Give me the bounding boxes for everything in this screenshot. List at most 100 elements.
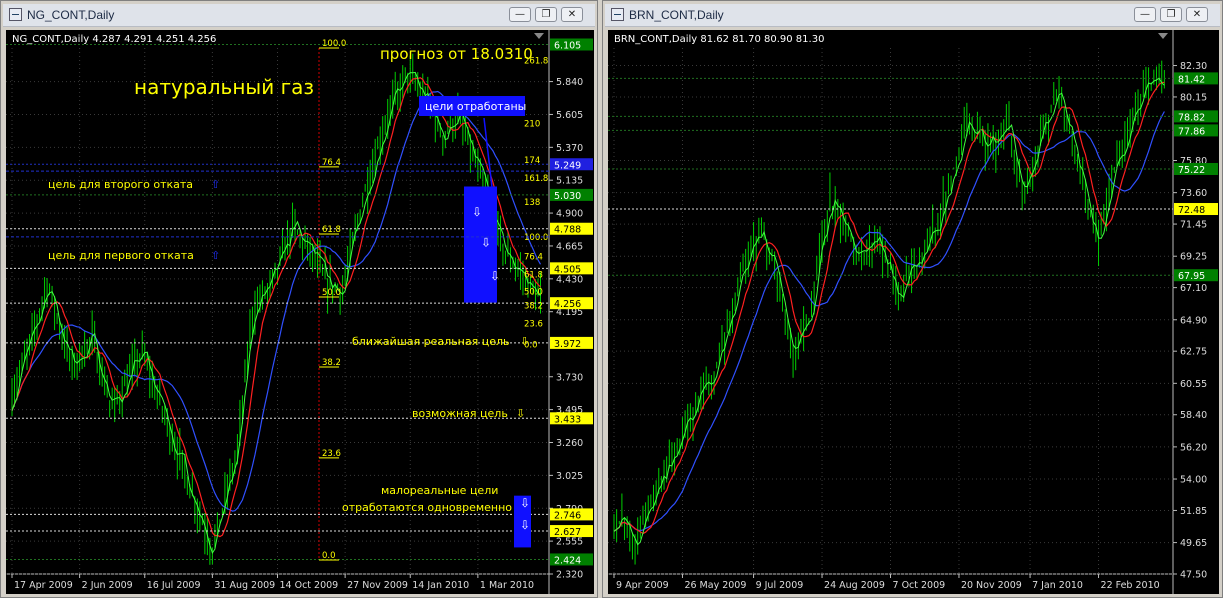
y-tick-label: 5.135 — [556, 176, 583, 187]
down-arrow-icon: ⇩ — [490, 269, 500, 283]
first-pullback-label: цель для первого отката — [48, 249, 194, 262]
price-label: 81.42 — [1178, 74, 1205, 85]
price-label: 4.788 — [554, 225, 581, 236]
down-arrow-icon: ⇩ — [516, 407, 525, 420]
ma-fast-line — [613, 81, 1165, 535]
x-tick-label: 7 Oct 2009 — [893, 580, 946, 591]
minimize-button[interactable]: — — [1134, 7, 1156, 22]
price-label: 67.95 — [1178, 271, 1205, 282]
brn-chart-window[interactable]: BRN_CONT,Daily — ❐ ✕ BRN_CONT,Daily 81.6… — [602, 0, 1223, 598]
second-pullback-label: цель для второго отката — [48, 178, 193, 191]
fib-ext-label: 210 — [524, 120, 540, 130]
chart-annotation-title: натуральный газ — [134, 75, 314, 99]
price-label: 3.972 — [554, 339, 581, 350]
fib-ext-label: 23.6 — [524, 320, 543, 330]
x-tick-label: 7 Jan 2010 — [1032, 580, 1083, 591]
price-label: 72.48 — [1178, 205, 1205, 216]
restore-icon: ❐ — [1166, 9, 1176, 20]
x-tick-label: 24 Aug 2009 — [824, 580, 885, 591]
close-button[interactable]: ✕ — [561, 7, 583, 22]
down-arrow-icon: ⇩ — [520, 518, 530, 532]
x-tick-label: 31 Aug 2009 — [214, 580, 275, 591]
close-button[interactable]: ✕ — [1186, 7, 1208, 22]
down-arrow-icon: ⇩ — [520, 335, 529, 348]
restore-icon: ❐ — [541, 9, 551, 20]
fib-ext-label: 174 — [524, 156, 540, 166]
ng-chart-window[interactable]: NG_CONT,Daily — ❐ ✕ NG_CONT,Daily 4.287 … — [0, 0, 598, 598]
fib-ext-label: 76.4 — [524, 252, 543, 262]
price-label: 2.627 — [554, 527, 581, 538]
chart-header: BRN_CONT,Daily 81.62 81.70 80.90 81.30 — [614, 34, 824, 45]
y-tick-label: 62.75 — [1180, 347, 1207, 358]
fib-level-label: 50.0 — [322, 288, 341, 298]
price-label: 5.030 — [554, 191, 581, 202]
close-icon: ✕ — [567, 9, 577, 20]
price-label: 4.505 — [554, 264, 581, 275]
price-label: 78.82 — [1178, 112, 1205, 123]
x-tick-label: 17 Apr 2009 — [14, 580, 73, 591]
fib-ext-label: 100.0 — [524, 233, 548, 243]
brn-plot-area[interactable]: BRN_CONT,Daily 81.62 81.70 80.90 81.30 82… — [608, 30, 1219, 594]
close-icon: ✕ — [1192, 9, 1202, 20]
up-arrow-icon: ⇧ — [211, 178, 220, 191]
unlikely-targets-label-2: отработаются одновременно — [342, 501, 512, 514]
fib-ext-label: 38.2 — [524, 301, 543, 311]
chart-header: NG_CONT,Daily 4.287 4.291 4.251 4.256 — [12, 34, 216, 45]
ma-slow-line — [11, 90, 542, 512]
brn-titlebar[interactable]: BRN_CONT,Daily — ❐ ✕ — [605, 4, 1220, 27]
y-tick-label: 5.840 — [556, 77, 583, 88]
y-tick-label: 54.00 — [1180, 475, 1207, 486]
ng-titlebar[interactable]: NG_CONT,Daily — ❐ ✕ — [3, 4, 595, 27]
restore-button[interactable]: ❐ — [1160, 7, 1182, 22]
y-tick-label: 80.15 — [1180, 92, 1207, 103]
y-tick-label: 71.45 — [1180, 220, 1207, 231]
price-label: 2.424 — [554, 555, 581, 566]
fib-level-label: 0.0 — [322, 551, 336, 561]
y-tick-label: 82.30 — [1180, 61, 1207, 72]
scroll-marker-icon — [534, 33, 544, 39]
x-tick-label: 1 Mar 2010 — [480, 580, 534, 591]
ng-window-title: NG_CONT,Daily — [27, 8, 115, 22]
ma-short-line — [613, 77, 1165, 546]
brn-chart[interactable]: BRN_CONT,Daily 81.62 81.70 80.90 81.30 82… — [608, 30, 1219, 594]
price-label: 3.433 — [554, 414, 581, 425]
x-tick-label: 14 Oct 2009 — [280, 580, 339, 591]
x-tick-label: 9 Apr 2009 — [616, 580, 669, 591]
targets-done-label: цели отработаны — [425, 100, 526, 113]
y-tick-label: 5.605 — [556, 110, 583, 121]
minimize-icon: — — [515, 9, 525, 20]
restore-button[interactable]: ❐ — [535, 7, 557, 22]
y-tick-label: 56.20 — [1180, 442, 1207, 453]
fib-level-label: 23.6 — [322, 449, 341, 459]
chart-window-icon — [611, 8, 624, 21]
fib-ext-label: 138 — [524, 198, 540, 208]
x-tick-label: 9 Jul 2009 — [756, 580, 804, 591]
minimize-button[interactable]: — — [509, 7, 531, 22]
y-tick-label: 2.555 — [556, 537, 583, 548]
price-label: 5.249 — [554, 160, 581, 171]
y-tick-label: 49.65 — [1180, 538, 1207, 549]
ng-plot-area[interactable]: NG_CONT,Daily 4.287 4.291 4.251 4.256 5.8… — [6, 30, 594, 594]
y-tick-label: 4.430 — [556, 274, 583, 285]
y-tick-label: 73.60 — [1180, 188, 1207, 199]
price-label: 6.105 — [554, 41, 581, 52]
fib-ext-label: 161.8 — [524, 174, 548, 184]
x-tick-label: 26 May 2009 — [684, 580, 746, 591]
y-tick-label: 2.320 — [556, 570, 583, 581]
ng-chart[interactable]: NG_CONT,Daily 4.287 4.291 4.251 4.256 5.8… — [6, 30, 594, 594]
fib-level-label: 61.8 — [322, 225, 341, 235]
x-tick-label: 20 Nov 2009 — [961, 580, 1022, 591]
price-label: 2.746 — [554, 510, 581, 521]
y-tick-label: 4.900 — [556, 209, 583, 220]
price-bars — [613, 60, 1165, 565]
price-label: 77.86 — [1178, 126, 1205, 137]
y-tick-label: 69.25 — [1180, 252, 1207, 263]
chart-window-icon — [9, 8, 22, 21]
y-tick-label: 51.85 — [1180, 506, 1207, 517]
possible-target-label: возможная цель — [412, 407, 508, 420]
fib-ext-label: 50.0 — [524, 287, 543, 297]
x-tick-label: 16 Jul 2009 — [147, 580, 201, 591]
minimize-icon: — — [1140, 9, 1150, 20]
forecast-label: прогноз от 18.0310 — [380, 45, 533, 63]
y-tick-label: 5.370 — [556, 143, 583, 154]
